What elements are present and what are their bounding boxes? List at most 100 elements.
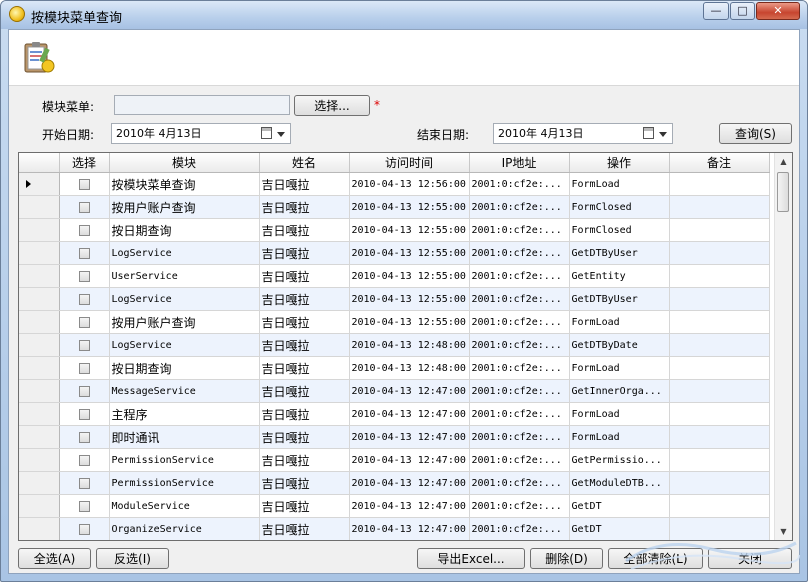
select-cell [59,402,110,426]
action-cell: GetDTByUser [569,241,670,265]
ip-cell: 2001:0:cf2e:... [469,471,570,495]
column-header[interactable]: IP地址 [469,153,570,173]
table-row[interactable]: 按用户账户查询 吉日嘎拉 2010-04-13 12:55:00 2001:0:cf2… [19,310,770,334]
row-checkbox[interactable] [78,270,90,282]
user-cell: 吉日嘎拉 [259,195,350,219]
row-header[interactable] [19,264,60,288]
table-row[interactable]: 按日期查询 吉日嘎拉 2010-04-13 12:48:00 2001:0:cf2e:… [19,356,770,380]
table-row[interactable]: 按模块菜单查询 吉日嘎拉 2010-04-13 12:56:00 2001:0:cf2… [19,172,770,196]
row-header[interactable] [19,172,60,196]
remark-cell [669,356,770,380]
row-header[interactable] [19,379,60,403]
select-cell [59,471,110,495]
column-header[interactable]: 备注 [669,153,770,173]
table-row[interactable]: 按日期查询 吉日嘎拉 2010-04-13 12:55:00 2001:0:cf2e:… [19,218,770,242]
maximize-button[interactable]: □ [730,2,755,20]
action-cell: FormClosed [569,195,670,219]
user-cell: 吉日嘎拉 [259,333,350,357]
table-row[interactable]: MessageService 吉日嘎拉 2010-04-13 12:47:00 200… [19,379,770,403]
module-cell: PermissionService [109,448,260,472]
row-checkbox[interactable] [78,339,90,351]
table-row[interactable]: ModuleService 吉日嘎拉 2010-04-13 12:47:00 2001… [19,494,770,518]
column-header[interactable]: 访问时间 [349,153,470,173]
query-button[interactable]: 查询(S) [719,123,792,144]
row-header[interactable] [19,218,60,242]
row-header[interactable] [19,241,60,265]
row-checkbox[interactable] [78,477,90,489]
column-header[interactable]: 操作 [569,153,670,173]
row-checkbox[interactable] [78,293,90,305]
select-all-button[interactable]: 全选(A) [18,548,91,569]
row-header[interactable] [19,425,60,449]
invert-selection-button[interactable]: 反选(I) [96,548,169,569]
row-checkbox[interactable] [78,454,90,466]
row-checkbox[interactable] [78,500,90,512]
title-bar[interactable]: 按模块菜单查询 — □ ✕ [1,1,807,29]
table-row[interactable]: 主程序 吉日嘎拉 2010-04-13 12:47:00 2001:0:cf2e:..… [19,402,770,426]
row-header[interactable] [19,448,60,472]
table-row[interactable]: LogService 吉日嘎拉 2010-04-13 12:55:00 2001:0:… [19,287,770,311]
remark-cell [669,333,770,357]
time-cell: 2010-04-13 12:55:00 [349,241,470,265]
row-checkbox[interactable] [78,178,90,190]
export-excel-button[interactable]: 导出Excel... [417,548,525,569]
action-cell: GetModuleDTB... [569,471,670,495]
row-checkbox[interactable] [78,523,90,535]
row-checkbox[interactable] [78,201,90,213]
row-checkbox[interactable] [78,362,90,374]
remark-cell [669,218,770,242]
start-date-picker[interactable]: 2010年 4月13日 [111,123,291,144]
row-header[interactable] [19,195,60,219]
ip-cell: 2001:0:cf2e:... [469,356,570,380]
module-input[interactable] [114,95,290,115]
column-header[interactable]: 模块 [109,153,260,173]
table-row[interactable]: LogService 吉日嘎拉 2010-04-13 12:55:00 2001:0:… [19,241,770,265]
select-cell [59,379,110,403]
ip-cell: 2001:0:cf2e:... [469,195,570,219]
row-header[interactable] [19,310,60,334]
row-checkbox[interactable] [78,431,90,443]
table-row[interactable]: LogService 吉日嘎拉 2010-04-13 12:48:00 2001:0:… [19,333,770,357]
row-header[interactable] [19,333,60,357]
time-cell: 2010-04-13 12:47:00 [349,494,470,518]
column-header[interactable]: 选择 [59,153,110,173]
row-header[interactable] [19,287,60,311]
row-checkbox[interactable] [78,385,90,397]
start-date-value: 2010年 4月13日 [116,127,202,140]
table-row[interactable]: 即时通讯 吉日嘎拉 2010-04-13 12:47:00 2001:0:cf2e:.… [19,425,770,449]
table-row[interactable]: PermissionService 吉日嘎拉 2010-04-13 12:47:00… [19,471,770,495]
select-module-button[interactable]: 选择... [294,95,370,116]
table-row[interactable]: UserService 吉日嘎拉 2010-04-13 12:55:00 2001:0… [19,264,770,288]
table-row[interactable]: 按用户账户查询 吉日嘎拉 2010-04-13 12:55:00 2001:0:cf2… [19,195,770,219]
user-cell: 吉日嘎拉 [259,494,350,518]
action-cell: FormLoad [569,356,670,380]
user-cell: 吉日嘎拉 [259,218,350,242]
time-cell: 2010-04-13 12:47:00 [349,425,470,449]
row-checkbox[interactable] [78,408,90,420]
row-checkbox[interactable] [78,224,90,236]
calendar-icon [261,127,272,139]
column-header[interactable]: 姓名 [259,153,350,173]
row-header[interactable] [19,402,60,426]
end-date-label: 结束日期: [417,128,470,142]
delete-button[interactable]: 删除(D) [530,548,603,569]
minimize-button[interactable]: — [703,2,729,20]
scrollbar-thumb[interactable] [777,172,789,212]
end-date-picker[interactable]: 2010年 4月13日 [493,123,673,144]
select-cell [59,356,110,380]
row-header[interactable] [19,471,60,495]
table-row[interactable]: PermissionService 吉日嘎拉 2010-04-13 12:47:00… [19,448,770,472]
row-header[interactable] [19,356,60,380]
row-checkbox[interactable] [78,316,90,328]
row-header[interactable] [19,494,60,518]
row-header[interactable] [19,517,60,540]
close-window-button[interactable]: ✕ [756,2,800,20]
user-cell: 吉日嘎拉 [259,310,350,334]
vertical-scrollbar[interactable]: ▲ ▼ [774,153,792,540]
module-cell: 按模块菜单查询 [109,172,260,196]
row-checkbox[interactable] [78,247,90,259]
action-cell: GetPermissio... [569,448,670,472]
module-cell: LogService [109,287,260,311]
log-table: 选择 模块 姓名 访问时间 IP地址 操作 备注 按模块菜单查询 吉日嘎拉 2010… [19,153,770,540]
scroll-up-icon[interactable]: ▲ [775,153,792,170]
